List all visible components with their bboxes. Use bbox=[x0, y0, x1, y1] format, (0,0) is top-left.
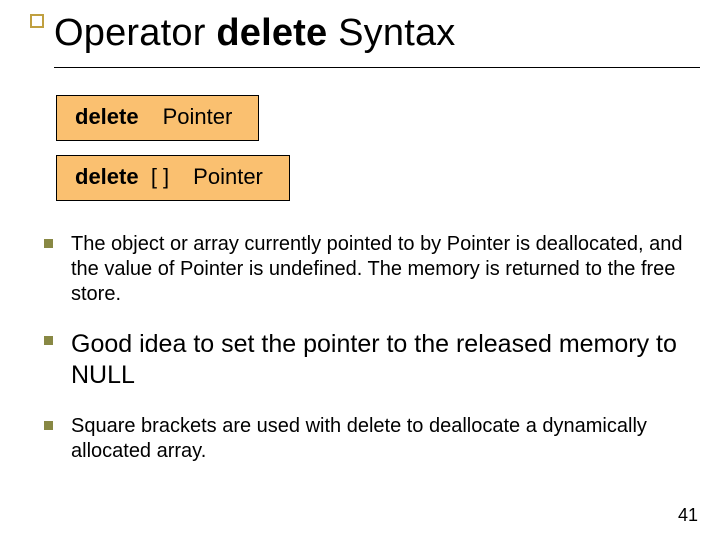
bullet-marker-icon bbox=[44, 421, 53, 430]
syntax-pointer: Pointer bbox=[163, 104, 233, 129]
page-number: 41 bbox=[678, 505, 698, 526]
list-item: Square brackets are used with delete to … bbox=[44, 414, 690, 464]
list-item: Good idea to set the pointer to the rele… bbox=[44, 329, 690, 392]
title-underline bbox=[54, 67, 700, 68]
bullet-text: The object or array currently pointed to… bbox=[71, 232, 690, 307]
bullet-list: The object or array currently pointed to… bbox=[44, 232, 690, 486]
title-post: Syntax bbox=[327, 12, 455, 54]
title-bold: delete bbox=[216, 12, 327, 54]
syntax-area: delete Pointer delete [ ] Pointer bbox=[56, 95, 290, 215]
syntax-brackets: [ ] bbox=[151, 164, 169, 189]
bullet-marker-icon bbox=[44, 336, 53, 345]
syntax-box-delete-pointer: delete Pointer bbox=[56, 95, 259, 141]
syntax-box-delete-array: delete [ ] Pointer bbox=[56, 155, 290, 201]
slide: Operator delete Syntax delete Pointer del… bbox=[0, 0, 720, 540]
syntax-pointer: Pointer bbox=[193, 164, 263, 189]
slide-title: Operator delete Syntax bbox=[54, 12, 700, 61]
title-accent-square bbox=[30, 14, 44, 28]
title-pre: Operator bbox=[54, 12, 216, 54]
bullet-marker-icon bbox=[44, 239, 53, 248]
list-item: The object or array currently pointed to… bbox=[44, 232, 690, 307]
keyword-delete: delete bbox=[75, 104, 139, 129]
bullet-text: Square brackets are used with delete to … bbox=[71, 414, 690, 464]
title-block: Operator delete Syntax bbox=[30, 12, 700, 68]
keyword-delete: delete bbox=[75, 164, 139, 189]
bullet-text: Good idea to set the pointer to the rele… bbox=[71, 329, 690, 392]
